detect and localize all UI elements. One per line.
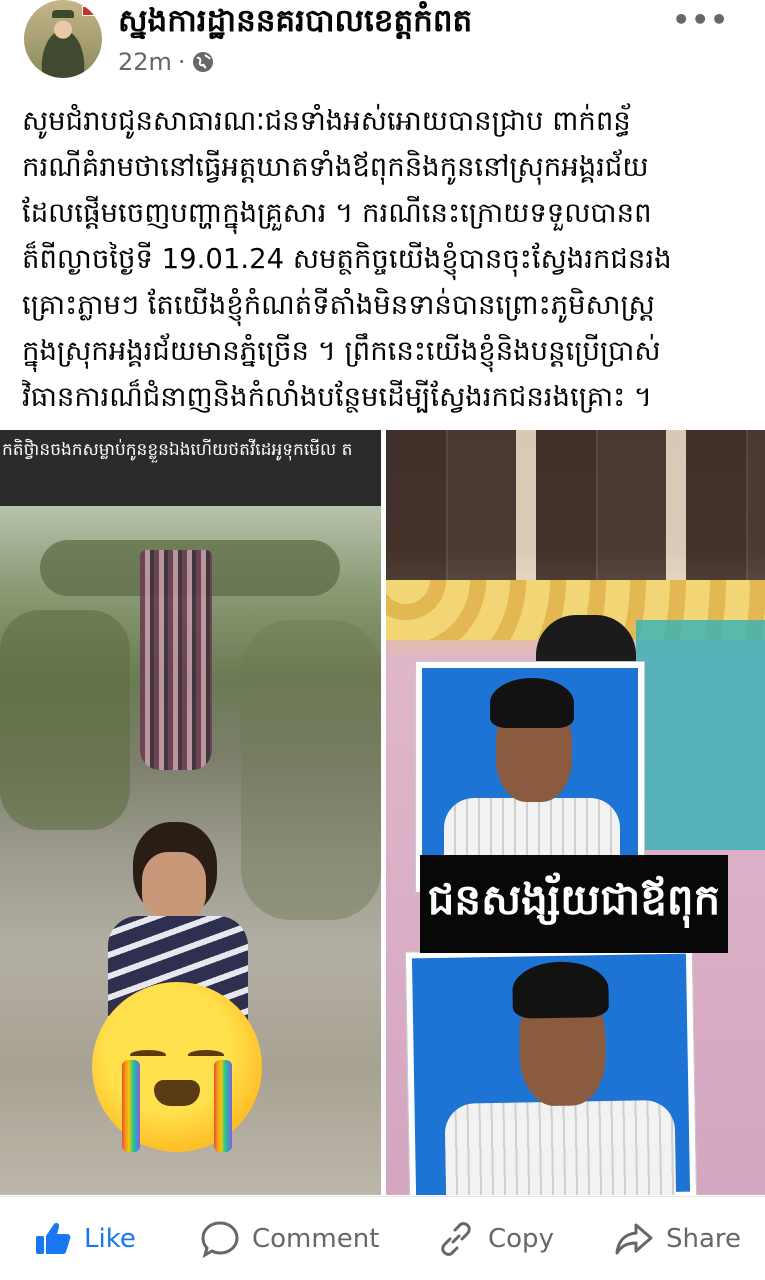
post-header: ស្នងការដ្ឋាននគរបាលខេត្តកំពត 22m · ••• <box>0 0 765 92</box>
emoji-eye <box>188 1050 224 1060</box>
comment-label: Comment <box>252 1224 380 1254</box>
suspect-photo-bottom <box>405 947 697 1195</box>
page-avatar[interactable] <box>24 0 102 78</box>
wood-wall <box>386 430 765 580</box>
backdrop-panel <box>636 620 765 850</box>
post-text-line: ក្នុងស្រុកអង្គរជ័យមានភ្នំច្រើន ។ ព្រឹកនេ… <box>22 335 661 367</box>
photo-shirt <box>444 1099 677 1195</box>
copy-label: Copy <box>488 1224 554 1254</box>
suspect-photos-image[interactable] <box>386 430 765 1195</box>
like-button[interactable]: Like <box>34 1197 136 1280</box>
emoji-mouth <box>154 1080 200 1106</box>
photo-hair <box>490 678 574 728</box>
foliage <box>0 610 130 830</box>
share-label: Share <box>666 1224 742 1254</box>
child-face <box>142 852 206 922</box>
post-text-line: គ្រោះភ្លាមៗ តែយើងខ្ញុំកំណត់ទីតាំងមិនទាន់… <box>22 289 655 321</box>
avatar-flag <box>82 6 96 16</box>
post-text-line: ករណីគំរាមថានៅធ្វើអត្តឃាតទាំងឪពុកនិងកូននៅ… <box>22 151 649 183</box>
tear <box>122 1060 140 1152</box>
copy-button[interactable]: Copy <box>436 1197 554 1280</box>
share-button[interactable]: Share <box>614 1197 741 1280</box>
foliage <box>241 620 381 920</box>
page-name[interactable]: ស្នងការដ្ឋាននគរបាលខេត្តកំពត <box>118 2 472 47</box>
avatar-hat <box>52 10 74 18</box>
comment-bubble-icon <box>200 1219 240 1259</box>
post-text-line: វិធានការណ៏ជំនាញនិងកំលាំងបន្ថែមដើម្បីស្វែ… <box>22 381 653 413</box>
video-caption: កតិថ្វិានចងកសម្លាប់កូនខ្លួនឯងហើយថតវីដេអូ… <box>2 440 353 460</box>
post-time[interactable]: 22m <box>118 48 172 76</box>
emoji-eye <box>130 1050 166 1060</box>
share-arrow-icon <box>614 1219 654 1259</box>
comment-button[interactable]: Comment <box>200 1197 379 1280</box>
post-actions-bar: Like Comment Copy Share <box>0 1196 765 1280</box>
post-message: សូមជំរាបជូនសាធារណៈជនទាំងអស់អោយបានជ្រាប ព… <box>22 98 750 420</box>
link-icon <box>436 1219 476 1259</box>
video-screenshot-image[interactable]: កតិថ្វិានចងកសម្លាប់កូនខ្លួនឯងហើយថតវីដេអូ… <box>0 430 381 1195</box>
post-text-line: ត៏ពីល្ងាចថ្ងៃទី 19.01.24 សមត្ថកិច្ចយើងខ្… <box>22 243 672 275</box>
post-meta: 22m · <box>118 48 214 76</box>
post-text-line: ដែលផ្ដើមចេញបញ្ហាក្នុងគ្រួសារ ។ ករណីនេះក្… <box>22 197 652 229</box>
more-options-icon[interactable]: ••• <box>672 6 729 34</box>
meta-separator: · <box>177 48 186 76</box>
crying-emoji-icon <box>92 982 262 1152</box>
post-media[interactable]: កតិថ្វិានចងកសម្លាប់កូនខ្លួនឯងហើយថតវីដេអូ… <box>0 430 765 1195</box>
post-text-line: សូមជំរាបជូនសាធារណៈជនទាំងអស់អោយបានជ្រាប ព… <box>22 105 631 137</box>
tear <box>214 1060 232 1152</box>
photo-hair <box>512 960 609 1019</box>
thumbs-up-icon <box>34 1220 72 1258</box>
globe-icon <box>192 51 214 73</box>
like-label: Like <box>84 1224 136 1254</box>
hammock <box>140 550 212 770</box>
suspect-label: ជនសង្ស័យជាឪពុក <box>427 875 721 924</box>
